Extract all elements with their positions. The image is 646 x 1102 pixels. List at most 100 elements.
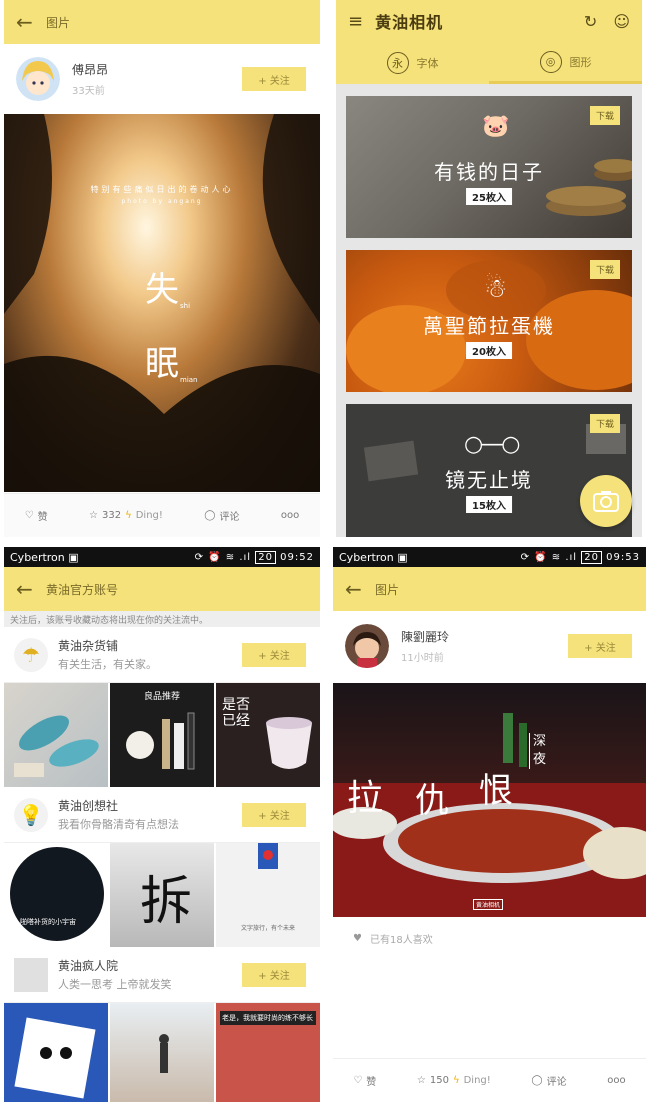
comment-label: 评论 [219, 512, 240, 523]
comment-icon: ◯ [531, 1075, 543, 1086]
ding-button[interactable]: ☆ 150 ϟ Ding! [417, 1075, 491, 1086]
photo-cosmetics[interactable]: 良品推荐 [110, 683, 214, 787]
photo-constellation[interactable]: 啪嗒补货的小宇宙 [4, 843, 108, 947]
ding-label: Ding! [135, 510, 163, 521]
download-button[interactable]: 下载 [589, 106, 620, 125]
piggy-bank-icon: 🐷 [482, 114, 510, 139]
post-photo[interactable]: 拉 仇 恨 深夜 黄油相机 [333, 683, 646, 917]
lightbulb-icon: 💡 [14, 797, 48, 832]
tab-graphics-label: 图形 [569, 55, 592, 69]
download-button[interactable]: 下载 [589, 260, 620, 279]
account-row[interactable]: 💡 黄油创想社 我看你骨骼清奇有点想法 + 关注 [4, 787, 320, 843]
follow-button[interactable]: + 关注 [242, 802, 306, 827]
header-bar: ← 图片 [333, 567, 646, 611]
account-row[interactable]: 黄油疯人院人类一思考 上帝就发笑 + 关注 [4, 947, 320, 1003]
fonts-store-screen: ≡ 黄油相机 ↻ ☺ 永 字体 ◎ 图形 🐷 下载 有钱的日子 25枚入 ☃ 下… [336, 0, 642, 537]
clock: 09:52 [280, 551, 314, 563]
more-button[interactable]: ooo [607, 1075, 625, 1086]
post-time: 33天前 [72, 86, 105, 97]
photo-top-caption: 特别有些痛似日出的卷动人心 [90, 185, 234, 194]
font-tab-icon: 永 [386, 52, 409, 74]
like-button[interactable]: ♡ 赞 [25, 508, 48, 523]
menu-icon[interactable]: ≡ [348, 11, 363, 32]
watermark-logo: 黄油相机 [473, 899, 504, 910]
photo-road-sign[interactable] [4, 1003, 108, 1102]
image-notification-icon: ▣ [68, 550, 79, 564]
back-arrow-icon[interactable]: ← [16, 577, 46, 601]
tab-fonts[interactable]: 永 字体 [336, 42, 489, 84]
back-arrow-icon[interactable]: ← [345, 577, 375, 601]
heart-icon: ♡ [24, 510, 34, 521]
status-bar: Cybertron ▣ ⟳ ⏰ ≋ .ıl 20 09:53 [333, 547, 646, 567]
comment-label: 评论 [546, 1077, 567, 1088]
photo-teacup[interactable]: 是否已经 [216, 683, 320, 787]
photo-sneakers[interactable] [4, 683, 108, 787]
avatar[interactable] [16, 57, 60, 101]
ding-label: Ding! [463, 1075, 491, 1086]
account-desc: 人类一思考 上帝就发笑 [58, 978, 172, 991]
overlay-vertical-text: 深夜 [529, 733, 546, 769]
header-bar: ← 图片 [4, 0, 320, 44]
photo-pinyin-1: shi [180, 302, 191, 310]
follow-button[interactable]: + 关注 [568, 634, 632, 658]
account-photo-strip: 啪嗒补货的小宇宙 拆 文字旅行，有个未来 [4, 843, 320, 947]
account-photo-strip: 老是，我就要时尚的练不够长 [4, 1003, 320, 1102]
overlay-char-3: 恨 [479, 771, 513, 811]
photo-beach[interactable] [110, 1003, 214, 1102]
road-sign-illustration [14, 1017, 96, 1099]
poem-text: 是否已经 [222, 697, 250, 729]
photo-calligraphy[interactable]: 拆 [110, 843, 214, 947]
more-button[interactable]: ooo [281, 510, 299, 521]
comment-button[interactable]: ◯ 评论 [531, 1073, 566, 1088]
follow-button[interactable]: + 关注 [242, 962, 306, 987]
carrier-name: Cybertron [10, 550, 65, 564]
post-detail-screen-1: ← 图片 傅昂昂 33天前 + 关注 特别有些痛似日出的卷动人心 photo b… [4, 0, 320, 537]
bolt-icon: ϟ [452, 1075, 460, 1086]
pack-count: 25枚入 [466, 188, 512, 205]
app-header: ≡ 黄油相机 ↻ ☺ [336, 0, 642, 42]
account-photo-strip: 良品推荐 是否已经 [4, 683, 320, 787]
comment-button[interactable]: ◯ 评论 [204, 508, 239, 523]
photo-big-char-2: 眠 [145, 344, 179, 384]
page-title: 图片 [375, 582, 400, 597]
sticker-pack-card[interactable]: 🐷 下载 有钱的日子 25枚入 [346, 96, 632, 238]
photo-credit: photo by angang [121, 198, 203, 205]
pack-count: 15枚入 [466, 496, 512, 513]
chat-bubble-icon[interactable]: ☺ [613, 12, 630, 31]
photo-can[interactable]: 文字旅行，有个未来 [216, 843, 320, 947]
author-name[interactable]: 陳劉麗玲 [401, 628, 449, 645]
photo-pinyin-2: mian [180, 376, 198, 384]
camera-button[interactable] [580, 475, 632, 527]
author-name[interactable]: 傅昂昂 [72, 61, 108, 78]
tab-graphics[interactable]: ◎ 图形 [489, 42, 642, 84]
account-name: 黄油疯人院 [58, 959, 119, 973]
star-icon: ☆ [89, 510, 99, 521]
circle-caption: 啪嗒补货的小宇宙 [20, 918, 76, 926]
signal-icons: ⟳ ⏰ ≋ .ıl [520, 551, 578, 563]
avatar[interactable] [345, 624, 389, 668]
follow-button[interactable]: + 关注 [242, 67, 306, 91]
likes-row: ♥ 已有18人喜欢 [333, 919, 646, 957]
glasses-icon: ○―○ [464, 432, 520, 457]
refresh-icon[interactable]: ↻ [584, 12, 597, 31]
account-row[interactable]: ☂ 黄油杂货铺 有关生活，有关家。 + 关注 [4, 627, 320, 683]
account-name: 黄油杂货铺 [58, 639, 119, 653]
post-photo[interactable]: 特别有些痛似日出的卷动人心 photo by angang 失 shi 眠 mi… [4, 114, 320, 492]
heart-filled-icon: ♥ [353, 932, 362, 944]
sneakers-illustration [14, 715, 99, 777]
download-button[interactable]: 下载 [589, 414, 620, 433]
back-arrow-icon[interactable]: ← [16, 10, 46, 34]
overlay-char-2: 仇 [415, 781, 449, 821]
ding-button[interactable]: ☆ 332 ϟ Ding! [89, 510, 163, 521]
comment-icon: ◯ [204, 510, 216, 521]
graphic-tab-icon: ◎ [539, 50, 562, 73]
post-time: 11小时前 [401, 653, 444, 664]
follow-button[interactable]: + 关注 [242, 642, 306, 667]
likes-count-text[interactable]: 已有18人喜欢 [370, 931, 433, 946]
photo-coral[interactable]: 老是，我就要时尚的练不够长 [216, 1003, 320, 1102]
like-button[interactable]: ♡ 赞 [353, 1073, 376, 1088]
star-icon: ☆ [416, 1075, 426, 1086]
header-bar: ← 黄油官方账号 [4, 567, 320, 611]
official-accounts-screen: Cybertron ▣ ⟳ ⏰ ≋ .ıl 20 09:52 ← 黄油官方账号 … [4, 547, 320, 1102]
sticker-pack-card[interactable]: ☃ 下载 萬聖節拉蛋機 20枚入 [346, 250, 632, 392]
